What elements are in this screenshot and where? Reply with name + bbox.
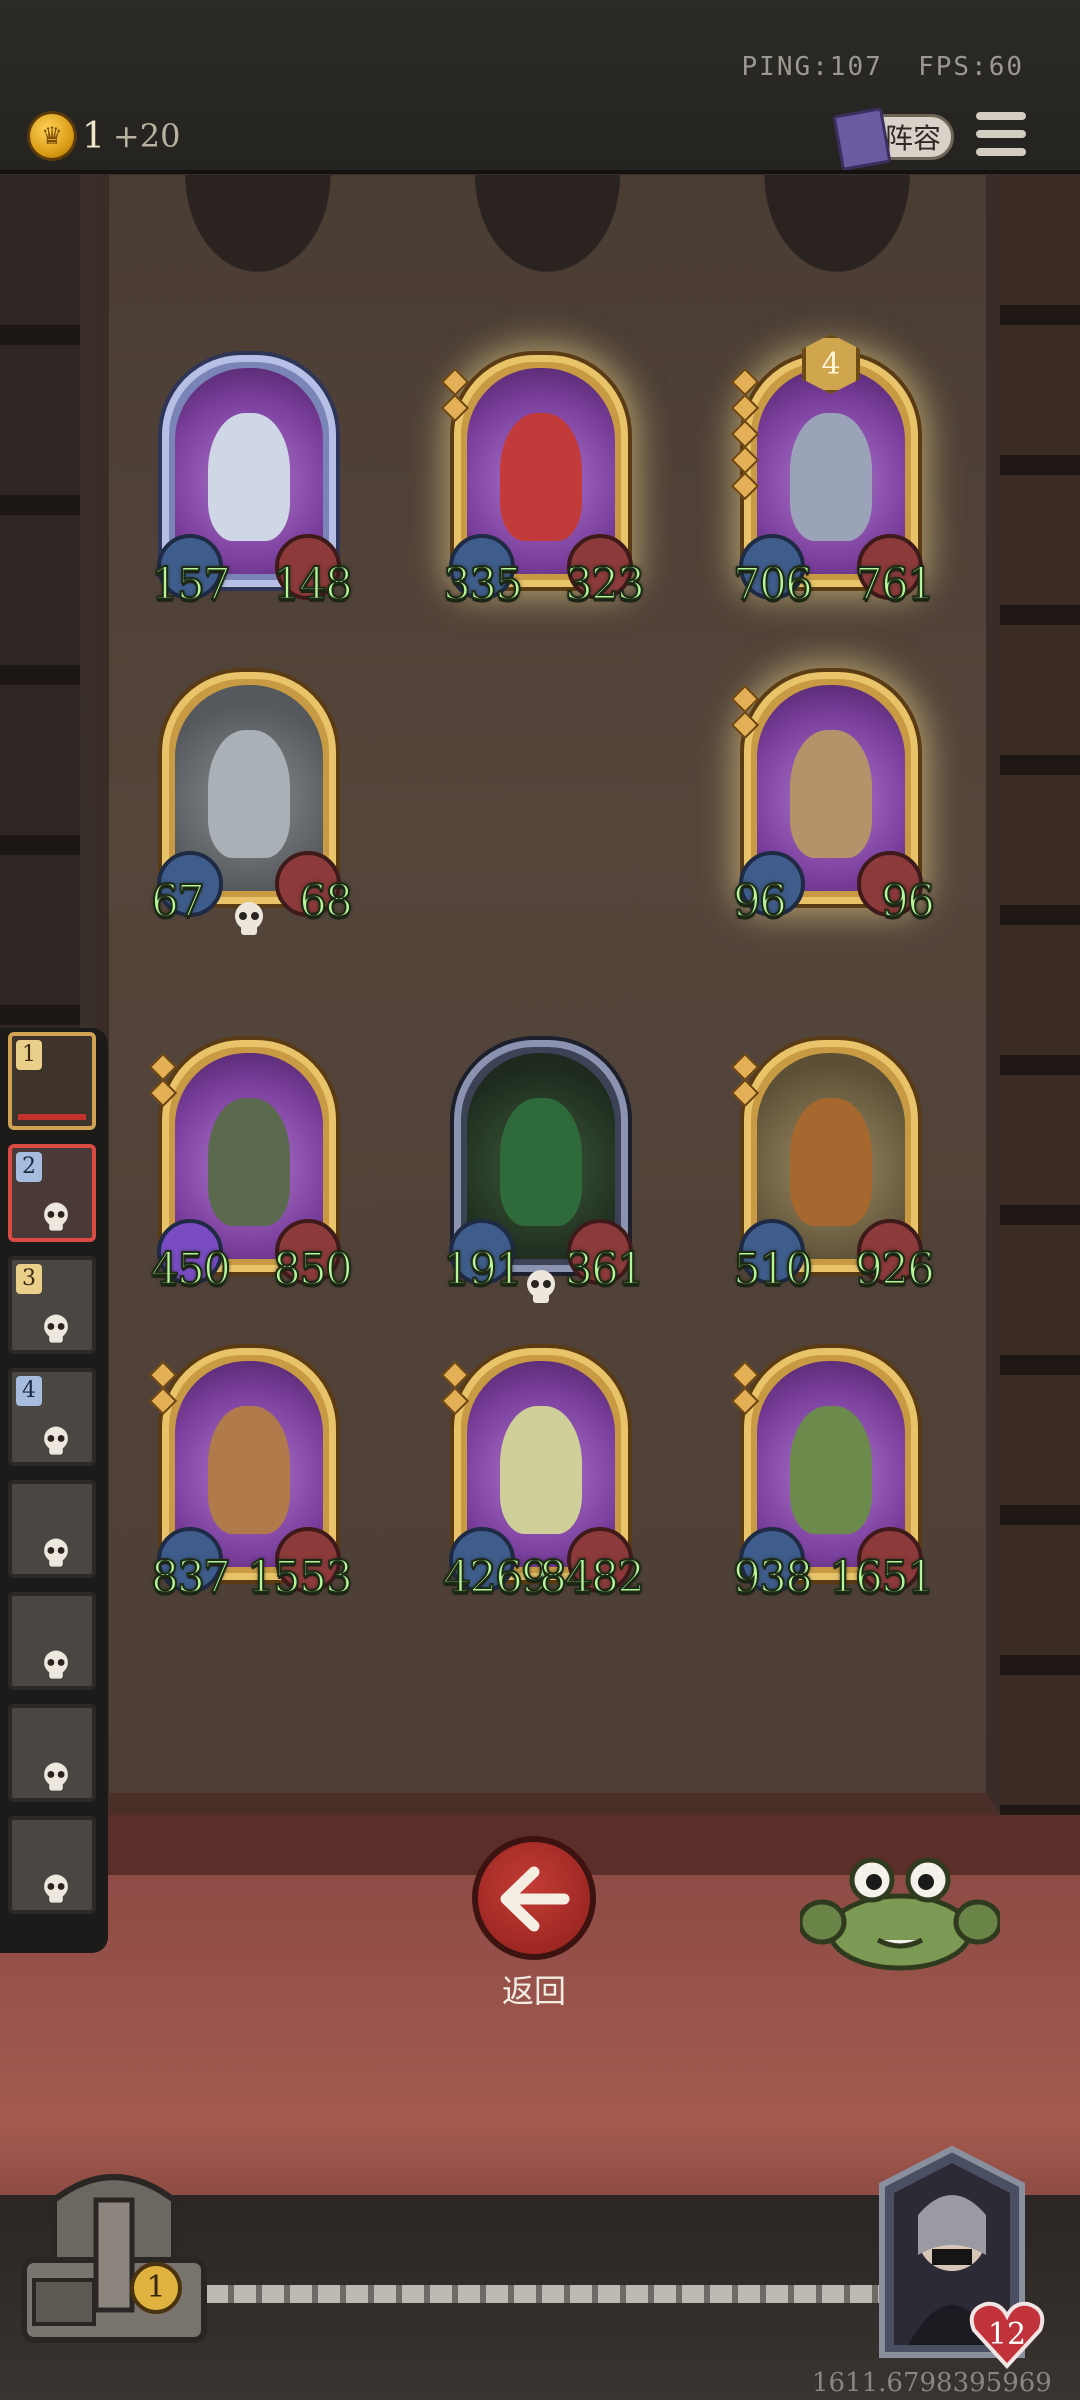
skull-icon <box>44 1314 68 1343</box>
creature-card[interactable]: 335 323 <box>440 355 646 611</box>
health-bar <box>18 1114 86 1120</box>
skull-icon <box>44 1762 68 1791</box>
creature-card[interactable]: 837 1553 <box>148 1348 354 1604</box>
creature-card[interactable]: 4 706 761 <box>730 334 936 611</box>
card-attack: 67 <box>150 875 206 928</box>
creature-card[interactable]: 96 96 <box>730 672 936 928</box>
skull-icon <box>235 902 263 935</box>
creature-card[interactable]: 157 148 <box>150 355 354 611</box>
coin-income: +20 <box>112 117 181 155</box>
creature-card[interactable]: 191 361 <box>442 1040 646 1303</box>
bookshelf-right <box>1000 175 1080 1875</box>
chain-decoration <box>150 2285 920 2303</box>
top-bar: PING:107 FPS:60 ♛ 1 +20 阵容 <box>0 0 1080 174</box>
card-attack: 706 <box>732 558 814 611</box>
card-health: 68 <box>298 875 354 928</box>
opponent-slot-1[interactable]: 1 <box>8 1032 96 1130</box>
coin-counter: ♛ 1 +20 <box>30 110 180 162</box>
card-attack: 450 <box>150 1243 232 1296</box>
card-health: 1553 <box>246 1551 354 1604</box>
card-attack: 510 <box>732 1243 814 1296</box>
skull-icon <box>527 1270 555 1303</box>
star-rank <box>730 1360 760 1416</box>
card-health: 148 <box>272 558 354 611</box>
game-screen: { "network": {"ping": "PING:107", "fps":… <box>0 0 1080 2400</box>
star-rank <box>730 684 760 740</box>
opponent-slot-5[interactable] <box>8 1480 96 1578</box>
menu-icon[interactable] <box>976 112 1026 156</box>
opponent-slot-4[interactable]: 4 <box>8 1368 96 1466</box>
slot-rank: 4 <box>16 1376 42 1406</box>
star-rank <box>730 367 760 501</box>
opponent-sidebar: 1 2 3 4 <box>0 1028 108 1953</box>
fps-text: FPS:60 <box>918 52 1024 82</box>
slot-rank: 3 <box>16 1264 42 1294</box>
skull-icon <box>44 1874 68 1903</box>
star-rank <box>148 1360 178 1416</box>
card-attack: 4269 <box>442 1551 550 1604</box>
creature-card[interactable]: 67 68 <box>150 672 354 935</box>
creature-card[interactable]: 450 850 <box>148 1040 354 1296</box>
creature-card[interactable]: 4269 8482 <box>440 1348 646 1604</box>
opponent-slot-7[interactable] <box>8 1704 96 1802</box>
card-health: 926 <box>854 1243 936 1296</box>
card-attack: 335 <box>442 558 524 611</box>
back-label: 返回 <box>501 1972 566 2010</box>
card-attack: 837 <box>150 1551 232 1604</box>
crab-pet-icon[interactable] <box>800 1852 1000 1974</box>
opponent-slot-8[interactable] <box>8 1816 96 1914</box>
star-rank <box>440 367 470 423</box>
skull-icon <box>44 1426 68 1455</box>
card-health: 8482 <box>538 1551 646 1604</box>
opponent-slot-3[interactable]: 3 <box>8 1256 96 1354</box>
card-health: 850 <box>272 1243 354 1296</box>
skull-icon <box>44 1650 68 1679</box>
coordinate-readout: 1611.6798395969 <box>812 2368 1052 2398</box>
star-rank <box>440 1360 470 1416</box>
skull-icon <box>44 1202 68 1231</box>
card-attack: 191 <box>442 1243 524 1296</box>
hero-health: 12 <box>987 2316 1027 2352</box>
card-attack: 938 <box>732 1551 814 1604</box>
opponent-slot-6[interactable] <box>8 1592 96 1690</box>
card-attack: 157 <box>150 558 232 611</box>
slot-rank: 1 <box>16 1040 42 1070</box>
ping-text: PING:107 <box>741 52 883 82</box>
card-health: 96 <box>880 875 936 928</box>
arrow-left-icon <box>500 1866 570 1932</box>
star-rank <box>730 1052 760 1108</box>
card-attack: 96 <box>732 875 788 928</box>
back-button[interactable] <box>472 1836 596 1960</box>
lineup-button[interactable]: 阵容 <box>832 107 954 171</box>
opponent-slot-2[interactable]: 2 <box>8 1144 96 1242</box>
treasure-chest-icon[interactable] <box>14 2160 214 2360</box>
slot-rank: 2 <box>16 1152 42 1182</box>
skull-icon <box>44 1538 68 1567</box>
card-health: 323 <box>564 558 646 611</box>
chest-count-badge: 1 <box>130 2262 182 2314</box>
card-health: 361 <box>564 1243 646 1296</box>
lineup-label: 阵容 <box>884 122 941 155</box>
gothic-arches <box>95 175 1000 355</box>
card-health: 1651 <box>828 1551 936 1604</box>
card-health: 761 <box>854 558 936 611</box>
spellbook-icon <box>832 107 892 171</box>
creature-card[interactable]: 510 926 <box>730 1040 936 1296</box>
creature-card[interactable]: 938 1651 <box>730 1348 936 1604</box>
coin-value: 1 <box>82 115 105 157</box>
crown-coin-icon: ♛ <box>30 114 74 158</box>
star-rank <box>148 1052 178 1108</box>
network-stats: PING:107 FPS:60 <box>742 52 1024 82</box>
